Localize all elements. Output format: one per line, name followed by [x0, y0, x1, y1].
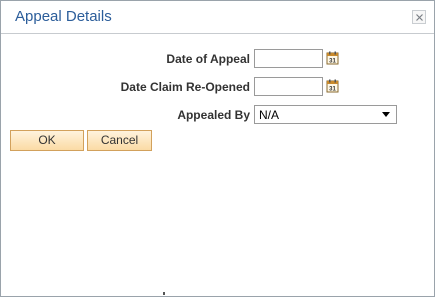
- date-claim-reopened-label: Date Claim Re-Opened: [120, 80, 250, 94]
- appeal-details-dialog: Appeal Details Date of Appeal 31 Date Cl…: [0, 0, 435, 297]
- dialog-titlebar: Appeal Details: [1, 1, 434, 34]
- ok-button[interactable]: OK: [10, 130, 84, 151]
- cancel-button[interactable]: Cancel: [87, 130, 152, 151]
- close-button[interactable]: [412, 10, 426, 24]
- calendar-icon[interactable]: 31: [326, 79, 339, 93]
- date-of-appeal-input[interactable]: [254, 49, 323, 68]
- date-of-appeal-label: Date of Appeal: [166, 52, 250, 66]
- close-icon: [416, 14, 423, 21]
- date-claim-reopened-input[interactable]: [254, 77, 323, 96]
- appealed-by-label: Appealed By: [177, 108, 250, 122]
- divider: [163, 292, 165, 295]
- calendar-icon[interactable]: 31: [326, 51, 339, 65]
- appealed-by-select[interactable]: N/A: [254, 105, 397, 124]
- chevron-down-icon: [382, 112, 390, 117]
- svg-text:31: 31: [329, 87, 336, 93]
- appealed-by-value: N/A: [259, 108, 280, 122]
- dialog-title: Appeal Details: [15, 8, 112, 25]
- svg-text:31: 31: [329, 59, 336, 65]
